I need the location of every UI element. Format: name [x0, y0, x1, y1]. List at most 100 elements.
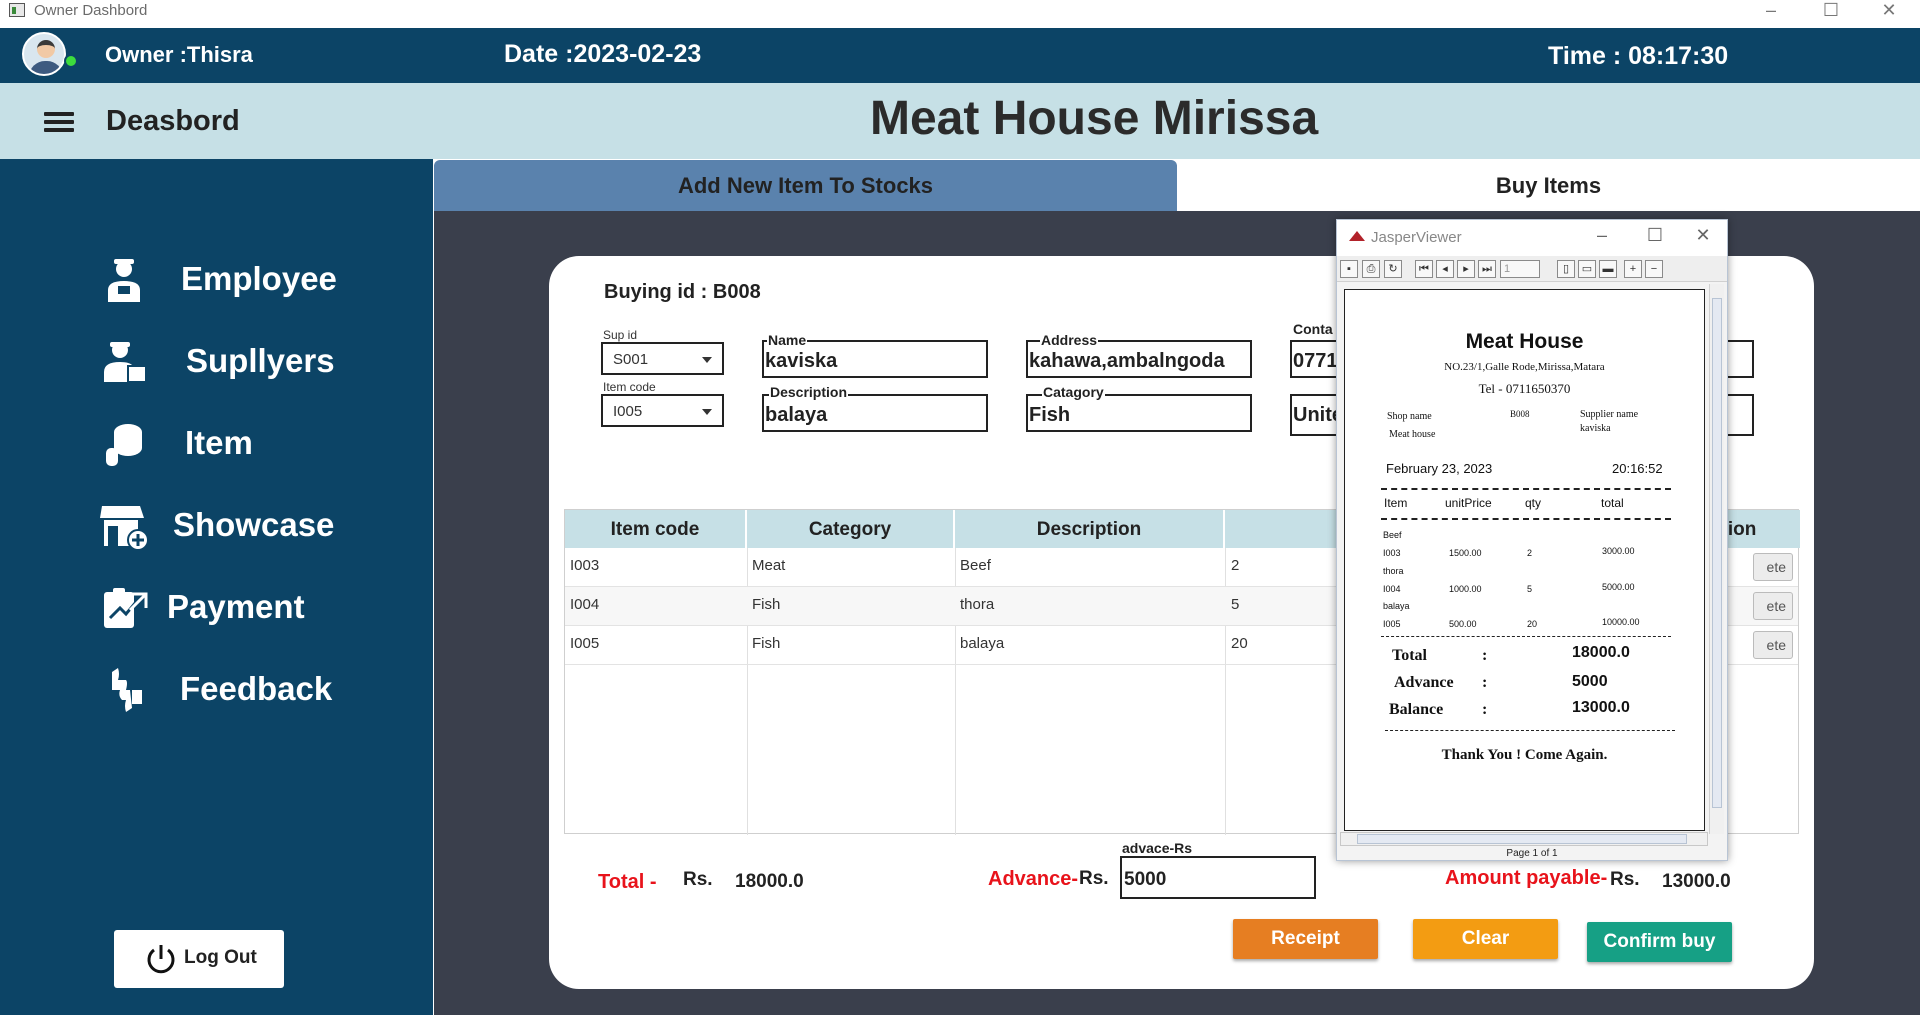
jasper-title: JasperViewer [1371, 229, 1462, 246]
sidebar-item-label: Item [185, 424, 253, 461]
item-code-select[interactable]: I005 [601, 394, 724, 427]
cell-item-code: I004 [570, 596, 600, 613]
tab-label: Add New Item To Stocks [677, 173, 934, 198]
receipt-line-qty: 5 [1527, 584, 1533, 594]
jasper-title-bar: JasperViewer – ☐ ✕ [1337, 220, 1727, 256]
sidebar: Employee Supllyers Item Showcase Payment… [0, 159, 433, 1015]
item-code-label: Item code [603, 380, 656, 394]
menu-title: Deasbord [106, 105, 240, 137]
delete-button[interactable]: ete [1753, 553, 1793, 581]
advance-currency: Rs. [1079, 868, 1109, 889]
sidebar-item-feedback[interactable]: Feedback [100, 662, 400, 718]
receipt-total-value: 18000.0 [1572, 644, 1630, 661]
page-number-input[interactable]: 1 [1500, 260, 1540, 278]
print-icon[interactable]: ⎙ [1362, 260, 1380, 278]
previous-page-icon[interactable]: ◂ [1436, 260, 1454, 278]
current-time: Time : 08:17:30 [1548, 42, 1729, 70]
jasper-toolbar: ▪ ⎙ ↻ ⏮ ◂ ▸ ⏭ 1 ▯ ▭ ▬ + − [1337, 256, 1727, 282]
minimize-icon[interactable]: – [1748, 0, 1794, 28]
clear-button[interactable]: Clear [1413, 919, 1558, 959]
total-value: 18000.0 [735, 871, 804, 892]
receipt-tel: Tel - 0711650370 [1478, 381, 1571, 396]
receipt-balance-value: 13000.0 [1572, 699, 1630, 716]
receipt-page: Meat House NO.23/1,Galle Rode,Mirissa,Ma… [1344, 289, 1705, 831]
receipt-header-unitprice: unitPrice [1445, 496, 1492, 510]
maximize-icon[interactable]: ☐ [1635, 225, 1675, 251]
power-icon [147, 945, 175, 974]
chevron-down-icon [702, 357, 712, 363]
vertical-scrollbar[interactable] [1709, 284, 1724, 834]
supplier-icon [104, 342, 147, 383]
owner-name: Owner :Thisra [105, 42, 253, 67]
delete-button[interactable]: ete [1753, 631, 1793, 659]
last-page-icon[interactable]: ⏭ [1478, 260, 1496, 278]
actual-size-icon[interactable]: ▯ [1557, 260, 1575, 278]
sup-id-select[interactable]: S001 [601, 342, 724, 375]
amount-payable-value: 13000.0 [1662, 871, 1731, 892]
sidebar-item-showcase[interactable]: Showcase [100, 498, 400, 554]
receipt-line-name: balaya [1383, 601, 1410, 611]
payment-icon [104, 588, 148, 628]
receipt-colon: : [1482, 674, 1488, 691]
sidebar-item-label: Showcase [173, 506, 335, 543]
receipt-shop: Meat House [1465, 330, 1584, 353]
first-page-icon[interactable]: ⏮ [1415, 260, 1433, 278]
receipt-line-price: 500.00 [1449, 619, 1477, 629]
receipt-button[interactable]: Receipt [1233, 919, 1378, 959]
sidebar-item-label: Employee [181, 260, 337, 297]
logout-button[interactable]: Log Out [114, 930, 284, 988]
contact-value: 0771 [1293, 350, 1338, 372]
next-page-icon[interactable]: ▸ [1457, 260, 1475, 278]
online-status-icon [64, 54, 78, 68]
advance-field-label: advace-Rs [1122, 840, 1193, 856]
cell-description: Beef [960, 557, 991, 574]
maximize-icon[interactable]: ☐ [1808, 0, 1854, 28]
item-icon [106, 424, 142, 466]
receipt-address: NO.23/1,Galle Rode,Mirissa,Matara [1444, 361, 1605, 373]
receipt-header-item: Item [1384, 496, 1408, 510]
advance-input[interactable]: 5000 [1120, 856, 1316, 899]
tab-label: Buy Items [1495, 173, 1602, 198]
advance-input-value: 5000 [1124, 869, 1167, 890]
receipt-line-price: 1500.00 [1449, 548, 1482, 558]
reload-icon[interactable]: ↻ [1384, 260, 1402, 278]
fit-page-icon[interactable]: ▭ [1578, 260, 1596, 278]
zoom-out-icon[interactable]: − [1645, 260, 1663, 278]
buying-id: Buying id : B008 [604, 281, 761, 303]
chevron-down-icon [702, 409, 712, 415]
hamburger-menu-icon[interactable] [44, 112, 74, 132]
sidebar-item-payment[interactable]: Payment [100, 580, 400, 636]
receipt-advance-value: 5000 [1572, 673, 1608, 690]
jasper-viewer-window: JasperViewer – ☐ ✕ ▪ ⎙ ↻ ⏮ ◂ ▸ ⏭ 1 ▯ ▭ ▬… [1336, 219, 1728, 861]
receipt-header-qty: qty [1525, 496, 1542, 510]
tab-add-new-item[interactable]: Add New Item To Stocks [434, 160, 1177, 211]
top-header: Owner :Thisra Date :2023-02-23 Time : 08… [0, 28, 1920, 83]
minimize-icon[interactable]: – [1582, 225, 1622, 251]
sup-id-label: Sup id [603, 328, 638, 342]
close-icon[interactable]: ✕ [1866, 0, 1912, 28]
sidebar-item-employee[interactable]: Employee [100, 252, 400, 308]
cell-description: thora [960, 596, 995, 613]
contact-label: Conta [1292, 321, 1334, 337]
advance-label: Advance- [988, 868, 1079, 890]
horizontal-scrollbar[interactable] [1340, 832, 1708, 846]
receipt-line-name: Beef [1383, 530, 1402, 540]
sidebar-item-item[interactable]: Item [100, 416, 400, 472]
category-value: Fish [1029, 404, 1071, 426]
sup-id-value: S001 [613, 351, 649, 368]
confirm-buy-button[interactable]: Confirm buy [1587, 922, 1732, 962]
name-label: Name [767, 332, 808, 348]
receipt-total-label: Total [1392, 647, 1427, 664]
zoom-in-icon[interactable]: + [1624, 260, 1642, 278]
close-icon[interactable]: ✕ [1683, 225, 1723, 251]
delete-button[interactable]: ete [1753, 592, 1793, 620]
receipt-time: 20:16:52 [1612, 461, 1663, 476]
cell-category: Fish [752, 635, 781, 652]
fit-width-icon[interactable]: ▬ [1599, 260, 1617, 278]
receipt-colon: : [1482, 701, 1488, 718]
tab-buy-items[interactable]: Buy Items [1177, 160, 1920, 211]
cell-qty: 20 [1231, 635, 1248, 652]
sidebar-item-supllyers[interactable]: Supllyers [100, 334, 400, 390]
save-icon[interactable]: ▪ [1340, 260, 1358, 278]
cell-qty: 2 [1231, 557, 1240, 574]
